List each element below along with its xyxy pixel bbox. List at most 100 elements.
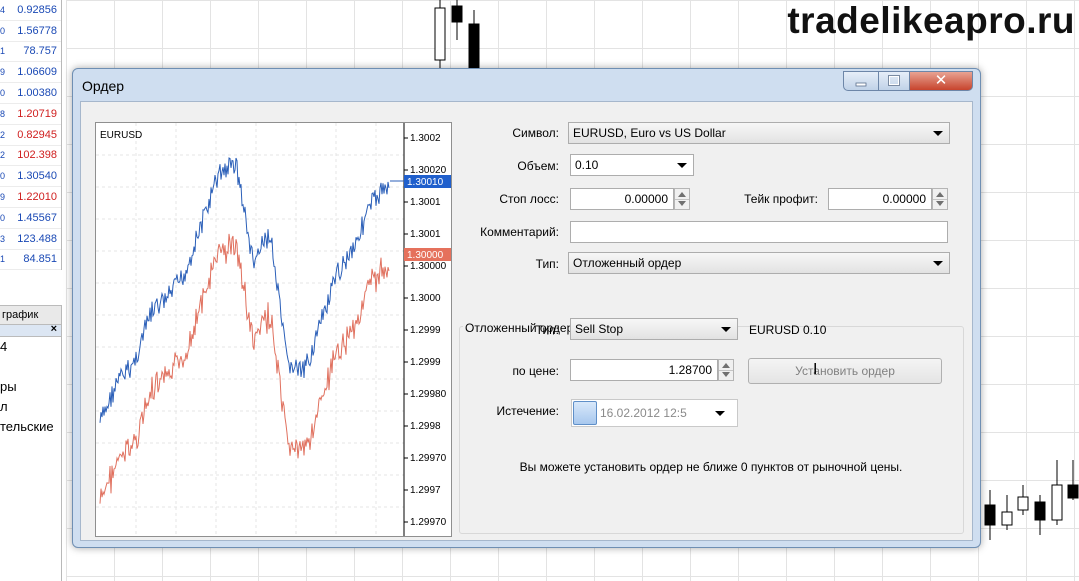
text-cursor-icon: I [813,361,818,378]
quote-row[interactable]: 9 1.06609 [0,62,61,84]
place-order-button[interactable]: Установить ордер [748,358,942,384]
quote-symbol-fragment: 1 [0,254,6,265]
chevron-down-icon [715,411,725,416]
quote-row[interactable]: 0 1.56778 [0,21,61,42]
pending-symbol-volume: EURUSD 0.10 [749,323,827,337]
close-icon: ✕ [934,72,948,89]
quote-symbol-fragment: 0 [0,25,6,36]
navigator-close-icon[interactable]: × [51,323,57,335]
quote-symbol-fragment: 8 [0,108,6,119]
minimize-button[interactable] [843,71,879,91]
price-input[interactable]: 1.28700 [570,359,718,381]
navigator-item[interactable]: 4 [0,337,61,357]
volume-select[interactable]: 0.10 [570,154,694,176]
comment-label: Комментарий: [480,225,559,239]
quote-row[interactable]: 3 123.488 [0,229,61,250]
chart-y-tick-label: 1.3001 [410,229,441,240]
comment-input[interactable] [570,221,948,243]
bid-line [99,233,390,504]
quote-row[interactable]: 1 84.851 [0,250,61,271]
order-type-select[interactable]: Отложенный ордер [568,252,950,274]
chart-y-tick-label: 1.2999 [410,357,441,368]
chevron-down-icon [933,261,943,266]
expiry-checkbox[interactable] [573,401,597,425]
quote-price: 1.22010 [17,191,57,204]
arrow-up-icon [722,363,730,368]
chart-y-tick-label: 1.2997 [410,485,441,496]
quote-price: 0.82945 [17,128,57,141]
pending-info-text: Вы можете установить ордер не ближе 0 пу… [519,460,903,474]
volume-label: Объем: [517,159,559,173]
pending-type-select[interactable]: Sell Stop [570,318,738,340]
chart-y-tick-label: 1.3002 [410,133,441,144]
takeprofit-input[interactable]: 0.00000 [828,188,932,210]
quote-symbol-fragment: 3 [0,233,6,244]
symbol-select-value: EURUSD, Euro vs US Dollar [573,126,726,140]
dialog-title: Ордер [82,78,125,94]
chevron-down-icon [677,163,687,168]
quote-symbol-fragment: 0 [0,212,6,223]
arrow-up-icon [678,192,686,197]
quote-price: 1.30540 [17,170,57,183]
arrow-up-icon [936,192,944,197]
navigator-header: × [0,323,61,337]
price-spinner[interactable] [718,359,734,381]
minimize-icon [855,82,867,87]
chart-y-tick-label: 1.29980 [410,389,447,400]
stoploss-label: Стоп лосс: [499,192,559,206]
order-type-label: Тип: [535,257,559,271]
quote-row[interactable]: 9 1.22010 [0,187,61,208]
quote-price: 1.20719 [17,107,57,120]
chart-y-tick-label: 1.3001 [410,197,441,208]
chart-y-tick-label: 1.3000 [410,293,441,304]
quote-row[interactable]: 0 1.00380 [0,83,61,104]
site-watermark: tradelikeapro.ru [787,0,1075,41]
symbol-select[interactable]: EURUSD, Euro vs US Dollar [568,122,950,144]
quote-row[interactable]: 4 0.92856 [0,0,61,21]
navigator-item[interactable]: ры [0,377,61,397]
quote-row[interactable]: 8 1.20719 [0,104,61,125]
quote-row[interactable]: 0 1.30540 [0,166,61,188]
chart-tab-label: график [2,309,39,321]
quote-symbol-fragment: 4 [0,4,6,15]
ask-price-label: 1.30010 [407,177,444,188]
chart-tab[interactable]: график [0,305,61,325]
quote-price: 0.92856 [17,3,57,16]
quote-price: 123.488 [17,232,57,245]
pending-type-select-value: Sell Stop [575,322,624,336]
quote-price: 1.56778 [17,24,57,37]
stoploss-spinner[interactable] [674,188,690,210]
chart-y-tick-label: 1.29970 [410,453,447,464]
expiry-value: 16.02.2012 12:5 [600,406,687,420]
stoploss-input[interactable]: 0.00000 [570,188,674,210]
quote-symbol-fragment: 9 [0,192,6,203]
chart-y-tick-label: 1.29970 [410,517,447,528]
close-button[interactable]: ✕ [909,71,973,91]
takeprofit-spinner[interactable] [932,188,948,210]
arrow-down-icon [936,201,944,206]
maximize-button[interactable] [878,71,910,91]
terminal-window: 4 0.92856 0 1.56778 1 78.757 9 1.06609 0 1.00380 8… [0,0,1079,581]
quote-price: 1.45567 [17,211,57,224]
navigator-item[interactable] [0,357,61,377]
price-label: по цене: [512,364,559,378]
dialog-titlebar[interactable]: Ордер ✕ [73,69,980,101]
navigator-item[interactable]: л [0,397,61,417]
quote-row[interactable]: 0 1.45567 [0,208,61,229]
maximize-icon [888,75,900,86]
quote-price: 102.398 [17,149,57,162]
quote-row[interactable]: 1 78.757 [0,42,61,63]
tick-chart-canvas: EURUSD 1.30021.300201.30011.30011.300001.… [96,123,451,536]
dialog-client-area: EURUSD 1.3002 1.30020 1.3001 1.3001 1.30000 1.… [80,101,973,541]
quote-row[interactable]: 2 0.82945 [0,125,61,146]
navigator-item[interactable]: тельские [0,417,61,437]
navigator-panel: график × 4 ры л тельские [0,305,62,581]
quote-row[interactable]: 2 102.398 [0,146,61,167]
quote-symbol-fragment: 2 [0,150,6,161]
quote-symbol-fragment: 2 [0,129,6,140]
quote-symbol-fragment: 9 [0,67,6,78]
chart-y-tick-label: 1.30020 [410,165,447,176]
quote-symbol-fragment: 0 [0,88,6,99]
order-dialog: Ордер ✕ EURUSD 1.3002 1.30020 1.3001 1.3001 1… [72,68,981,548]
market-watch-list: 4 0.92856 0 1.56778 1 78.757 9 1.06609 0 1.00380 8… [0,0,62,271]
